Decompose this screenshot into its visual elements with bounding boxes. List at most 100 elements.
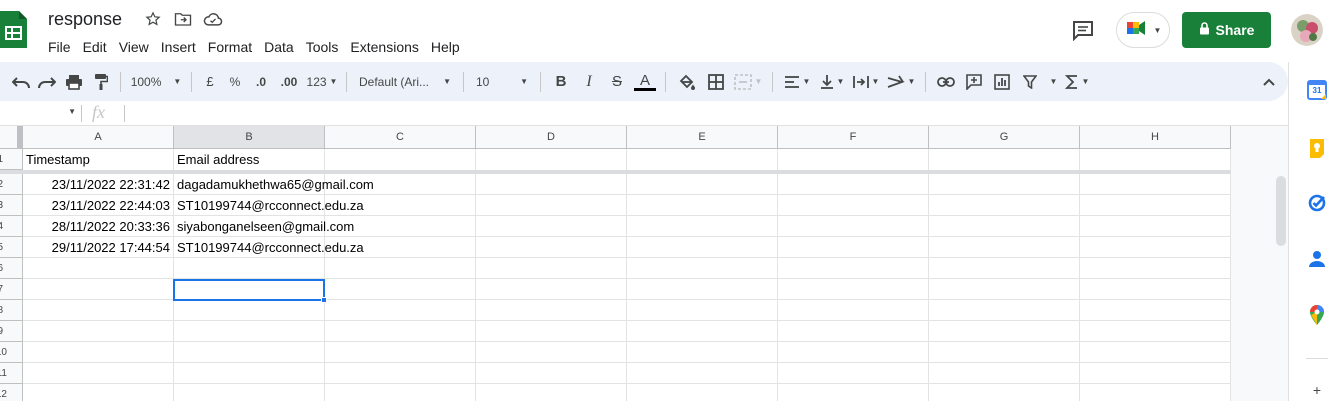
chevron-down-icon: ▼ — [443, 77, 451, 86]
format-currency-button[interactable]: £ — [198, 69, 222, 95]
star-icon[interactable] — [142, 9, 164, 29]
column-header-d[interactable]: D — [476, 126, 627, 149]
add-icon[interactable]: + — [1311, 383, 1323, 397]
menu-help[interactable]: Help — [425, 37, 466, 57]
insert-link-icon[interactable] — [932, 69, 960, 95]
cell-a4[interactable]: 28/11/2022 20:33:36 — [26, 216, 170, 237]
cell-a3[interactable]: 23/11/2022 22:44:03 — [26, 195, 170, 216]
column-header-b[interactable]: B — [174, 126, 325, 149]
redo-icon[interactable] — [34, 69, 60, 95]
column-header-a[interactable]: A — [23, 126, 174, 149]
print-icon[interactable] — [60, 69, 88, 95]
menu-extensions[interactable]: Extensions — [344, 37, 424, 57]
formula-input[interactable] — [132, 105, 1232, 122]
text-wrapping-icon[interactable]: ▼ — [849, 69, 883, 95]
chevron-down-icon: ▼ — [802, 77, 811, 86]
chevron-down-icon: ▼ — [754, 77, 763, 86]
strikethrough-button[interactable]: S — [603, 69, 631, 95]
menu-view[interactable]: View — [113, 37, 155, 57]
horizontal-align-icon[interactable]: ▼ — [779, 69, 815, 95]
font-family-select[interactable]: Default (Ari... ▼ — [353, 69, 457, 95]
fill-color-icon[interactable] — [672, 69, 702, 95]
fill-handle[interactable] — [321, 297, 327, 303]
menu-insert[interactable]: Insert — [155, 37, 202, 57]
row-header-10[interactable]: 10 — [0, 342, 23, 363]
increase-decimal-button[interactable]: .00 — [274, 69, 304, 95]
menu-tools[interactable]: Tools — [300, 37, 345, 57]
functions-icon[interactable]: ▼ — [1060, 69, 1094, 95]
zoom-select[interactable]: 100% ▼ — [127, 69, 185, 95]
undo-icon[interactable] — [8, 69, 34, 95]
cell-b1[interactable]: Email address — [177, 149, 322, 170]
name-box[interactable]: ▼ — [0, 104, 80, 123]
row-header-4[interactable]: 4 — [0, 216, 23, 237]
vertical-scrollbar[interactable] — [1276, 176, 1286, 246]
menu-edit[interactable]: Edit — [77, 37, 113, 57]
cell-a5[interactable]: 29/11/2022 17:44:54 — [26, 237, 170, 258]
column-header-h[interactable]: H — [1080, 126, 1231, 149]
menu-file[interactable]: File — [42, 37, 77, 57]
selected-cell-b7[interactable] — [173, 279, 325, 301]
row-header-9[interactable]: 9 — [0, 321, 23, 342]
meet-button[interactable]: ▼ — [1116, 12, 1170, 48]
formula-bar: ▼ fx — [0, 101, 1288, 126]
calendar-icon[interactable]: 31 — [1306, 79, 1328, 101]
row-header-12[interactable]: 12 — [0, 384, 23, 401]
maps-icon[interactable] — [1306, 304, 1328, 326]
row-header-7[interactable]: 7 — [0, 279, 23, 300]
column-header-c[interactable]: C — [325, 126, 476, 149]
column-header-g[interactable]: G — [929, 126, 1080, 149]
sheet-grid[interactable]: A B C D E F G H 1 2 3 4 5 6 7 8 9 10 11 … — [0, 126, 1288, 401]
chevron-down-icon: ▼ — [836, 77, 845, 86]
text-rotation-icon[interactable]: ▼ — [883, 69, 919, 95]
cell-b4[interactable]: siyabonganelseen@gmail.com — [177, 216, 354, 237]
filter-icon[interactable] — [1016, 69, 1044, 95]
cloud-saved-icon[interactable] — [202, 9, 224, 29]
comment-history-icon[interactable] — [1071, 19, 1095, 42]
side-panel: 31 + — [1288, 62, 1343, 401]
share-button[interactable]: Share — [1182, 12, 1271, 48]
row-header-3[interactable]: 3 — [0, 195, 23, 216]
toolbar: 100% ▼ £ % .0 .00 123 ▼ Default (Ari... … — [0, 62, 1288, 101]
filter-views-dropdown[interactable]: ▼ — [1044, 69, 1060, 95]
bold-button[interactable]: B — [547, 69, 575, 95]
row-header-11[interactable]: 11 — [0, 363, 23, 384]
cell-b2[interactable]: dagadamukhethwa65@gmail.com — [177, 174, 374, 195]
select-all-corner[interactable] — [0, 126, 23, 149]
borders-icon[interactable] — [702, 69, 730, 95]
insert-comment-icon[interactable] — [960, 69, 988, 95]
contacts-icon[interactable] — [1306, 248, 1328, 270]
column-header-f[interactable]: F — [778, 126, 929, 149]
avatar[interactable] — [1291, 14, 1323, 46]
italic-button[interactable]: I — [575, 69, 603, 95]
merge-cells-icon[interactable]: ▼ — [730, 69, 766, 95]
text-color-button[interactable]: A — [631, 69, 659, 95]
menu-format[interactable]: Format — [202, 37, 258, 57]
column-header-e[interactable]: E — [627, 126, 778, 149]
insert-chart-icon[interactable] — [988, 69, 1016, 95]
document-title[interactable]: response — [48, 9, 122, 30]
cell-b5[interactable]: ST10199744@rcconnect.edu.za — [177, 237, 364, 258]
font-size-select[interactable]: 10 ▼ — [470, 69, 534, 95]
cell-b3[interactable]: ST10199744@rcconnect.edu.za — [177, 195, 364, 216]
chevron-down-icon: ▼ — [907, 77, 916, 86]
paint-format-icon[interactable] — [88, 69, 114, 95]
move-folder-icon[interactable] — [172, 9, 194, 29]
row-header-8[interactable]: 8 — [0, 300, 23, 321]
format-percent-button[interactable]: % — [222, 69, 248, 95]
tasks-icon[interactable] — [1306, 192, 1328, 214]
vertical-align-icon[interactable]: ▼ — [815, 69, 849, 95]
row-header-1[interactable]: 1 — [0, 149, 23, 170]
decrease-decimal-button[interactable]: .0 — [248, 69, 274, 95]
cell-a2[interactable]: 23/11/2022 22:31:42 — [26, 174, 170, 195]
more-formats-button[interactable]: 123 ▼ — [304, 69, 340, 95]
menu-data[interactable]: Data — [258, 37, 300, 57]
cell-a1[interactable]: Timestamp — [26, 149, 171, 170]
row-header-6[interactable]: 6 — [0, 258, 23, 279]
row-header-5[interactable]: 5 — [0, 237, 23, 258]
keep-icon[interactable] — [1306, 137, 1328, 159]
collapse-menus-icon[interactable] — [1256, 69, 1282, 95]
sheets-logo-icon[interactable] — [0, 11, 27, 48]
chevron-down-icon: ▼ — [68, 107, 76, 116]
row-header-2[interactable]: 2 — [0, 174, 23, 195]
